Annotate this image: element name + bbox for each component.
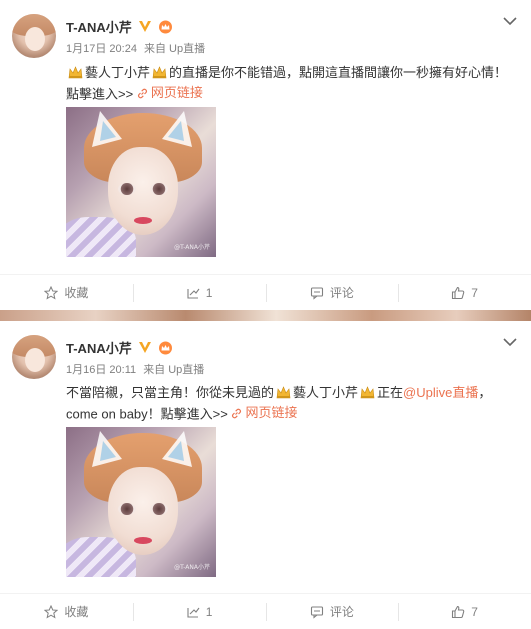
comment-icon	[310, 605, 323, 619]
web-link-label[interactable]: 网页链接	[245, 403, 297, 423]
post-photo[interactable]: @T-ANA小芹	[66, 427, 216, 577]
photo-watermark: @T-ANA小芹	[174, 564, 210, 571]
user-name[interactable]: T-ANA小芹	[66, 17, 132, 36]
name-row: T-ANA小芹	[66, 17, 173, 35]
action-bar: 收藏 1 评论 7	[0, 274, 531, 310]
post-text: 不當陪襯，只當主角！你從未見過的 藝人丁小芹 正在@Uplive直播， come o…	[66, 383, 521, 425]
repost-count: 1	[205, 604, 213, 619]
weibo-post: T-ANA小芹 1月16日 20:11 来自 Up直播 不當陪襯，只當主角！你從…	[0, 321, 531, 629]
favorite-button[interactable]: 收藏	[0, 594, 133, 629]
like-count: 7	[471, 285, 478, 300]
post-date[interactable]: 1月17日 20:24	[66, 43, 137, 55]
crown-badge-icon	[158, 340, 173, 355]
repost-button[interactable]: 1	[132, 594, 266, 629]
name-row: T-ANA小芹	[66, 338, 173, 356]
repost-count: 1	[205, 285, 213, 300]
post-text-b: 的直播是你不能错過，點開這直播間讓你一秒擁有好心情！	[169, 65, 508, 80]
repost-button[interactable]: 1	[132, 275, 266, 310]
like-count: 7	[471, 604, 478, 619]
post-text-line2: 點擊進入>>	[66, 86, 134, 102]
repost-icon	[187, 607, 200, 618]
photo-watermark: @T-ANA小芹	[174, 244, 210, 251]
star-icon	[44, 604, 59, 619]
feed-divider	[0, 310, 531, 321]
web-link-label[interactable]: 网页链接	[151, 83, 203, 103]
comment-label: 评论	[329, 286, 354, 300]
repost-icon	[187, 288, 200, 299]
crown-emoji-icon	[68, 66, 83, 79]
post-text-line2: come on baby！點擊進入>>	[66, 406, 228, 422]
avatar[interactable]	[12, 14, 56, 58]
post-date[interactable]: 1月16日 20:11	[66, 364, 136, 376]
crown-emoji-icon	[360, 386, 375, 399]
post-text-d: ，	[478, 385, 492, 400]
crown-emoji-icon	[152, 66, 167, 79]
post-source: 来自 Up直播	[144, 43, 206, 55]
comment-button[interactable]: 评论	[265, 275, 399, 310]
mention-link[interactable]: @Uplive直播	[403, 385, 478, 400]
like-button[interactable]: 7	[398, 594, 531, 629]
favorite-button[interactable]: 收藏	[0, 275, 133, 310]
chevron-down-icon[interactable]	[503, 337, 517, 347]
comment-button[interactable]: 评论	[265, 594, 399, 629]
thumbs-up-icon	[452, 286, 465, 299]
link-icon	[137, 88, 147, 98]
avatar[interactable]	[12, 335, 56, 379]
web-link[interactable]: 网页链接	[231, 403, 298, 423]
comment-label: 评论	[329, 605, 354, 619]
post-text-b: 藝人丁小芹	[293, 385, 359, 400]
user-name[interactable]: T-ANA小芹	[66, 338, 132, 357]
crown-badge-icon	[158, 19, 173, 34]
post-source: 来自 Up直播	[143, 364, 205, 376]
thumbs-up-icon	[452, 605, 465, 618]
web-link[interactable]: 网页链接	[137, 83, 203, 103]
post-text-a: 不當陪襯，只當主角！你從未見過的	[66, 385, 275, 400]
verified-v-icon	[138, 19, 152, 33]
post-meta: 1月16日 20:11 来自 Up直播	[66, 361, 208, 377]
comment-icon	[310, 286, 323, 300]
post-text-a: 藝人丁小芹	[85, 65, 151, 80]
post-photo[interactable]: @T-ANA小芹	[66, 107, 216, 257]
like-button[interactable]: 7	[398, 275, 531, 310]
favorite-label: 收藏	[64, 286, 89, 300]
post-meta: 1月17日 20:24 来自 Up直播	[66, 40, 209, 56]
weibo-post: T-ANA小芹 1月17日 20:24 来自 Up直播 藝人丁小芹 的直播是你不能…	[0, 0, 531, 310]
star-icon	[44, 285, 59, 300]
action-bar: 收藏 1 评论 7	[0, 593, 531, 629]
link-icon	[232, 408, 242, 418]
crown-emoji-icon	[276, 386, 291, 399]
favorite-label: 收藏	[64, 605, 89, 619]
chevron-down-icon[interactable]	[503, 16, 517, 26]
verified-v-icon	[138, 340, 152, 354]
post-text-c: 正在	[377, 385, 404, 400]
post-text: 藝人丁小芹 的直播是你不能错過，點開這直播間讓你一秒擁有好心情！ 點擊進入>> 网…	[66, 63, 521, 105]
